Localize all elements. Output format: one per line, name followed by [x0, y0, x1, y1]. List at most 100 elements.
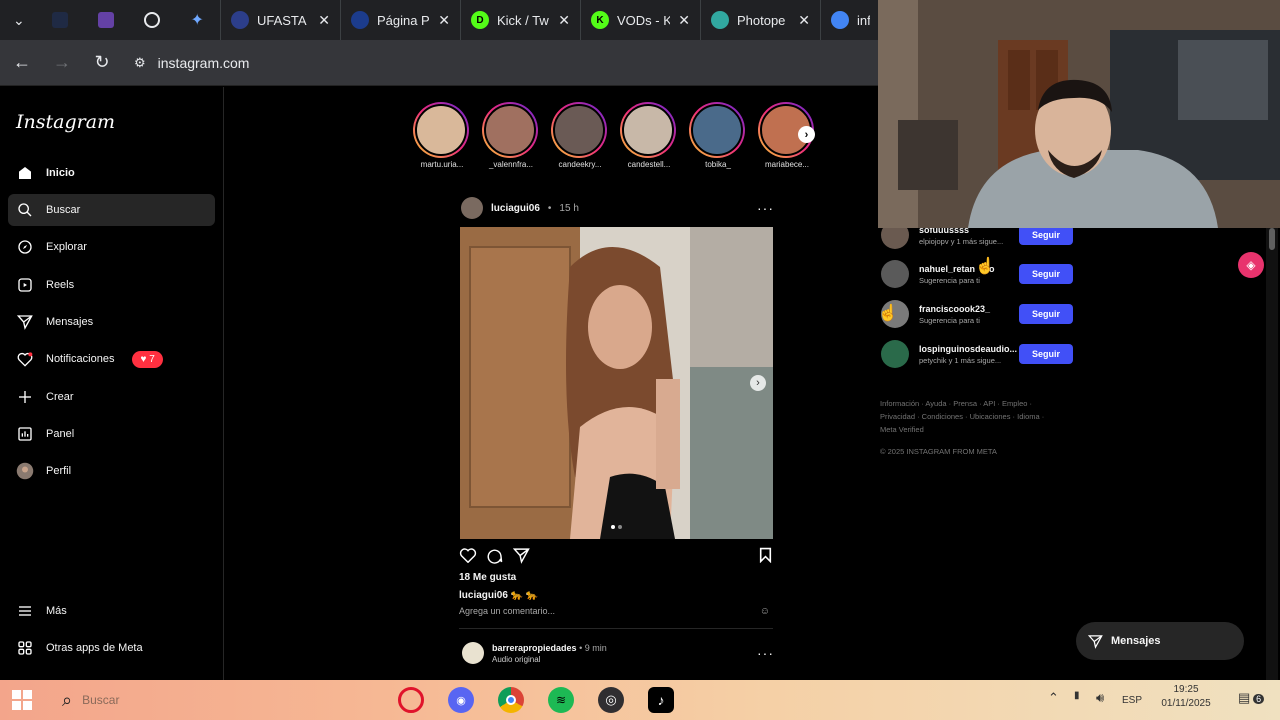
clock-date: 01/11/2025 [1161, 698, 1211, 709]
nav-item-meta-apps[interactable]: Otras apps de Meta [8, 632, 215, 664]
back-button[interactable]: ← [4, 45, 40, 81]
address-bar: ← → ↻ ⚙ instagram.com [0, 40, 880, 86]
story-item[interactable]: _valennfra... [482, 102, 540, 169]
nav-item-crear[interactable]: Crear [8, 381, 215, 413]
browser-tab[interactable]: K VODs - K ✕ [579, 0, 700, 40]
extension-floating-button[interactable]: ◈ [1238, 252, 1264, 278]
messages-pill[interactable]: Mensajes [1076, 622, 1244, 660]
spotify-icon[interactable]: ≋ [548, 687, 574, 713]
suggestion-avatar[interactable] [881, 260, 909, 288]
suggestion-row: lospinguinosdeaudio... petychik y 1 más … [881, 340, 1073, 368]
clock[interactable]: 19:25 01/11/2025 [1156, 684, 1216, 709]
suggestion-username[interactable]: nahuel_retan o [919, 264, 1019, 274]
save-icon[interactable] [759, 547, 772, 563]
follow-button[interactable]: Seguir [1019, 264, 1073, 284]
post-time: 15 h [559, 202, 579, 214]
post2-more-button[interactable]: ··· [757, 645, 774, 661]
tab-close-icon[interactable]: ✕ [798, 12, 810, 29]
volume-icon[interactable]: 🔊︎ [1096, 690, 1104, 706]
post-image[interactable]: › [460, 227, 773, 539]
diamond-icon: ◈ [1246, 258, 1256, 272]
footer-line-3[interactable]: Meta Verified [880, 423, 1080, 436]
follow-button[interactable]: Seguir [1019, 344, 1073, 364]
share-icon[interactable] [513, 547, 530, 564]
post-more-button[interactable]: ··· [757, 200, 774, 216]
site-settings-icon[interactable]: ⚙ [134, 55, 146, 71]
emoji-icon[interactable]: ☺ [760, 606, 770, 617]
browser-tab[interactable]: UFASTA I ✕ [219, 0, 340, 40]
pinned-tab-4[interactable]: ✦ [174, 0, 220, 40]
opera-icon[interactable] [398, 687, 424, 713]
nav-item-buscar[interactable]: Buscar [8, 194, 215, 226]
usb-icon[interactable]: ▮ [1074, 690, 1080, 701]
tab-close-icon[interactable]: ✕ [318, 12, 330, 29]
taskbar-search[interactable]: ⌕ Buscar [56, 686, 216, 714]
story-item[interactable]: candeekry... [551, 102, 609, 169]
comment-icon[interactable] [486, 547, 503, 564]
like-icon[interactable] [459, 547, 477, 563]
suggestion-username[interactable]: franciscoook23_ [919, 304, 1019, 314]
tab-search-button[interactable]: ⌄ [0, 0, 38, 40]
browser-tab[interactable]: D Kick / Tw ✕ [459, 0, 580, 40]
language-indicator[interactable]: ESP [1122, 695, 1142, 706]
stories-next-button[interactable]: › [798, 126, 815, 143]
scrollbar[interactable] [1266, 228, 1278, 680]
nav-item-explorar[interactable]: Explorar [8, 231, 215, 263]
browser-tab[interactable]: Photope ✕ [699, 0, 820, 40]
search-icon: ⌕ [62, 689, 73, 710]
tab-title: UFASTA I [256, 12, 311, 28]
obs-icon[interactable]: ◎ [598, 687, 624, 713]
messages-icon [16, 313, 34, 331]
reload-button[interactable]: ↻ [84, 45, 120, 81]
post2-avatar[interactable] [462, 642, 484, 664]
avatar-icon [16, 462, 34, 480]
follow-button[interactable]: Seguir [1019, 225, 1073, 245]
chrome-icon[interactable] [498, 687, 524, 713]
forward-button[interactable]: → [44, 45, 80, 81]
nav-item-mensajes[interactable]: Mensajes [8, 306, 215, 338]
suggestion-row: franciscoook23_ Sugerencia para ti Segui… [881, 300, 1073, 328]
nav-item-notificaciones[interactable]: Notificaciones ♥ 7 [8, 343, 215, 375]
messages-pill-label: Mensajes [1111, 635, 1161, 647]
post-author[interactable]: luciagui06 [491, 203, 540, 214]
tab-close-icon[interactable]: ✕ [438, 12, 450, 29]
browser-tab[interactable]: Página Pr ✕ [339, 0, 460, 40]
pinned-tab-3[interactable] [129, 0, 175, 40]
url-field[interactable]: ⚙ instagram.com [128, 46, 880, 80]
nav-item-reels[interactable]: Reels [8, 269, 215, 301]
discord-icon[interactable]: ◉ [448, 687, 474, 713]
footer-line-2[interactable]: Privacidad · Condiciones · Ubicaciones ·… [880, 410, 1080, 423]
nav-item-panel[interactable]: Panel [8, 418, 215, 450]
nav-item-more[interactable]: Más [8, 595, 215, 627]
instagram-logo[interactable]: Instagram [16, 111, 115, 133]
suggestion-avatar[interactable] [881, 340, 909, 368]
nav-item-inicio[interactable]: Inicio [8, 157, 215, 189]
tab-close-icon[interactable]: ✕ [678, 12, 690, 29]
pinned-tab-1[interactable] [38, 0, 84, 40]
follow-button[interactable]: Seguir [1019, 304, 1073, 324]
start-button[interactable] [12, 690, 32, 710]
tray-chevron[interactable]: ⌃ [1048, 690, 1059, 706]
tiktok-icon[interactable]: ♪ [648, 687, 674, 713]
comment-field[interactable]: Agrega un comentario... ☺ [459, 606, 772, 617]
suggestion-username[interactable]: lospinguinosdeaudio... [919, 344, 1019, 354]
scrollbar-thumb[interactable] [1269, 228, 1275, 250]
pinned-tab-2[interactable] [83, 0, 129, 40]
mouse-cursor-2: ☝ [878, 305, 898, 322]
footer-line-1[interactable]: Información · Ayuda · Prensa · API · Emp… [880, 397, 1080, 410]
nav-item-perfil[interactable]: Perfil [8, 455, 215, 487]
post-header: luciagui06 • 15 h ··· [461, 196, 774, 220]
post-next-button[interactable]: › [750, 375, 766, 391]
story-item[interactable]: candestell... [620, 102, 678, 169]
caption-user[interactable]: luciagui06 [459, 590, 508, 601]
post2-audio[interactable]: Audio original [492, 655, 749, 664]
story-item[interactable]: martu.uria... [413, 102, 471, 169]
post-likes[interactable]: 18 Me gusta [459, 572, 516, 583]
tab-close-icon[interactable]: ✕ [558, 12, 570, 29]
story-item[interactable]: tobika_ [689, 102, 747, 169]
post2-author[interactable]: barrerapropiedades [492, 643, 577, 653]
browser-tab[interactable]: info [819, 0, 880, 40]
post-author-avatar[interactable] [461, 197, 483, 219]
notification-center[interactable]: ▤ 6 [1238, 690, 1265, 706]
tab-title: Página Pr [376, 12, 431, 28]
